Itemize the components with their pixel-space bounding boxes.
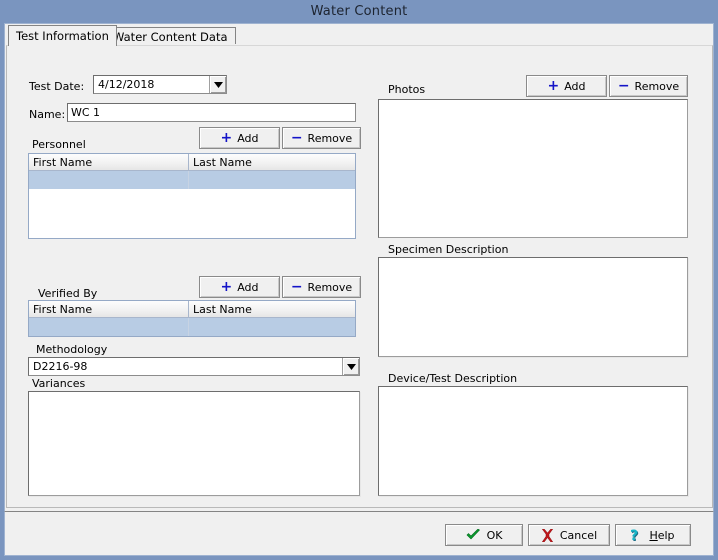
table-row[interactable] — [29, 171, 355, 189]
check-icon — [466, 529, 481, 541]
ok-label: OK — [487, 529, 503, 542]
name-label: Name: — [29, 108, 65, 121]
device-test-description-textarea[interactable] — [378, 386, 688, 496]
personnel-remove-button[interactable]: − Remove — [282, 127, 361, 149]
tab-water-content-data-label: Water Content Data — [113, 30, 228, 44]
plus-icon: + — [220, 133, 232, 143]
chevron-down-icon[interactable] — [342, 358, 359, 375]
photos-remove-button[interactable]: − Remove — [609, 75, 688, 97]
minus-icon: − — [618, 81, 630, 91]
specimen-description-label: Specimen Description — [388, 243, 508, 256]
photos-listbox[interactable] — [378, 99, 688, 238]
window-title: Water Content — [311, 4, 408, 19]
window-titlebar: Water Content — [0, 0, 718, 23]
variances-textarea[interactable] — [28, 391, 360, 496]
ok-button[interactable]: OK — [445, 524, 523, 546]
cancel-label: Cancel — [560, 529, 597, 542]
specimen-description-textarea[interactable] — [378, 257, 688, 357]
plus-icon: + — [547, 81, 559, 91]
personnel-col-last-name: Last Name — [189, 154, 355, 170]
page-frame: Test Date: 4/12/2018 Name: WC 1 Personne… — [6, 45, 713, 508]
verified-by-cell-first-name[interactable] — [29, 318, 189, 336]
personnel-col-first-name: First Name — [29, 154, 189, 170]
methodology-label: Methodology — [36, 343, 107, 356]
variances-label: Variances — [32, 377, 85, 390]
verified-by-remove-label: Remove — [308, 281, 353, 294]
tab-page-test-information: Test Date: 4/12/2018 Name: WC 1 Personne… — [4, 44, 714, 511]
verified-by-col-first-name: First Name — [29, 301, 189, 317]
personnel-remove-label: Remove — [308, 132, 353, 145]
x-icon — [541, 529, 554, 542]
verified-by-label: Verified By — [38, 287, 97, 300]
help-label: Help — [649, 529, 674, 542]
help-label-rest: elp — [658, 529, 675, 542]
test-date-label: Test Date: — [29, 80, 84, 93]
personnel-grid-empty-area — [29, 189, 355, 237]
personnel-cell-last-name[interactable] — [189, 171, 355, 189]
plus-icon: + — [220, 282, 232, 292]
minus-icon: − — [291, 282, 303, 292]
device-test-description-label: Device/Test Description — [388, 372, 517, 385]
verified-by-cell-last-name[interactable] — [189, 318, 355, 336]
question-mark-icon: ? ? — [631, 528, 643, 543]
test-date-combo[interactable]: 4/12/2018 — [93, 75, 227, 94]
verified-by-remove-button[interactable]: − Remove — [282, 276, 361, 298]
name-input[interactable]: WC 1 — [67, 103, 356, 122]
personnel-grid-header: First Name Last Name — [29, 154, 355, 171]
photos-add-label: Add — [564, 80, 585, 93]
table-row[interactable] — [29, 318, 355, 336]
photos-label: Photos — [388, 83, 425, 96]
svg-text:?: ? — [631, 528, 638, 543]
tab-strip: Test Information Water Content Data — [4, 23, 714, 45]
verified-by-col-last-name: Last Name — [189, 301, 355, 317]
tab-test-information[interactable]: Test Information — [8, 25, 117, 46]
help-label-mnemonic: H — [649, 529, 657, 542]
dialog-footer: OK Cancel ? ? Help — [4, 511, 714, 556]
personnel-grid[interactable]: First Name Last Name — [28, 153, 356, 239]
methodology-value: D2216-98 — [29, 360, 342, 373]
personnel-add-label: Add — [237, 132, 258, 145]
photos-add-button[interactable]: + Add — [526, 75, 607, 97]
tab-test-information-label: Test Information — [16, 29, 109, 43]
personnel-cell-first-name[interactable] — [29, 171, 189, 189]
verified-by-add-button[interactable]: + Add — [199, 276, 280, 298]
methodology-combo[interactable]: D2216-98 — [28, 357, 360, 376]
personnel-add-button[interactable]: + Add — [199, 127, 280, 149]
verified-by-grid[interactable]: First Name Last Name — [28, 300, 356, 337]
cancel-button[interactable]: Cancel — [528, 524, 610, 546]
verified-by-add-label: Add — [237, 281, 258, 294]
verified-by-grid-header: First Name Last Name — [29, 301, 355, 318]
minus-icon: − — [291, 133, 303, 143]
personnel-label: Personnel — [32, 138, 86, 151]
help-button[interactable]: ? ? Help — [615, 524, 691, 546]
chevron-down-icon[interactable] — [209, 76, 226, 93]
water-content-dialog: Water Content Test Information Water Con… — [0, 0, 718, 560]
test-date-value: 4/12/2018 — [94, 78, 209, 91]
photos-remove-label: Remove — [635, 80, 680, 93]
